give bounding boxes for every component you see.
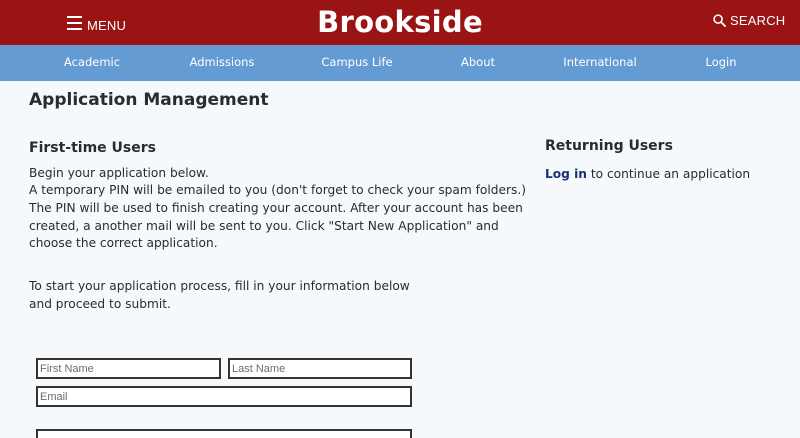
login-link[interactable]: Log in xyxy=(545,167,587,181)
returning-users-heading: Returning Users xyxy=(545,138,673,154)
site-header: MENU Brookside SEARCH xyxy=(0,0,800,45)
nav-item-academic[interactable]: Academic xyxy=(64,45,120,81)
intro-line: A temporary PIN will be emailed to you (… xyxy=(29,183,526,197)
nav-item-admissions[interactable]: Admissions xyxy=(190,45,255,81)
main-nav: Academic Admissions Campus Life About In… xyxy=(0,45,800,81)
intro-line: created, a another mail will be sent to … xyxy=(29,219,499,233)
first-time-users-heading: First-time Users xyxy=(29,140,156,156)
email-field[interactable] xyxy=(36,386,412,407)
instruction-line: To start your application process, fill … xyxy=(29,279,410,293)
search-icon xyxy=(713,14,726,27)
returning-rest-text: to continue an application xyxy=(586,167,751,181)
nav-item-campus-life[interactable]: Campus Life xyxy=(321,45,392,81)
search-label: SEARCH xyxy=(730,13,786,28)
last-name-field[interactable] xyxy=(228,358,412,379)
intro-line: Begin your application below. xyxy=(29,166,209,180)
instruction-line: and proceed to submit. xyxy=(29,297,171,311)
site-logo[interactable]: Brookside xyxy=(0,2,800,42)
search-button[interactable]: SEARCH xyxy=(713,13,785,28)
nav-item-international[interactable]: International xyxy=(563,45,636,81)
intro-line: choose the correct application. xyxy=(29,236,218,250)
returning-users-text: Log in to continue an application xyxy=(545,166,750,182)
nav-item-login[interactable]: Login xyxy=(705,45,736,81)
first-name-field[interactable] xyxy=(36,358,221,379)
intro-line: The PIN will be used to finish creating … xyxy=(29,201,523,215)
page-title: Application Management xyxy=(29,90,269,110)
brand-name: Brookside xyxy=(317,5,483,39)
nav-item-about[interactable]: About xyxy=(461,45,495,81)
next-form-field[interactable] xyxy=(36,429,412,438)
